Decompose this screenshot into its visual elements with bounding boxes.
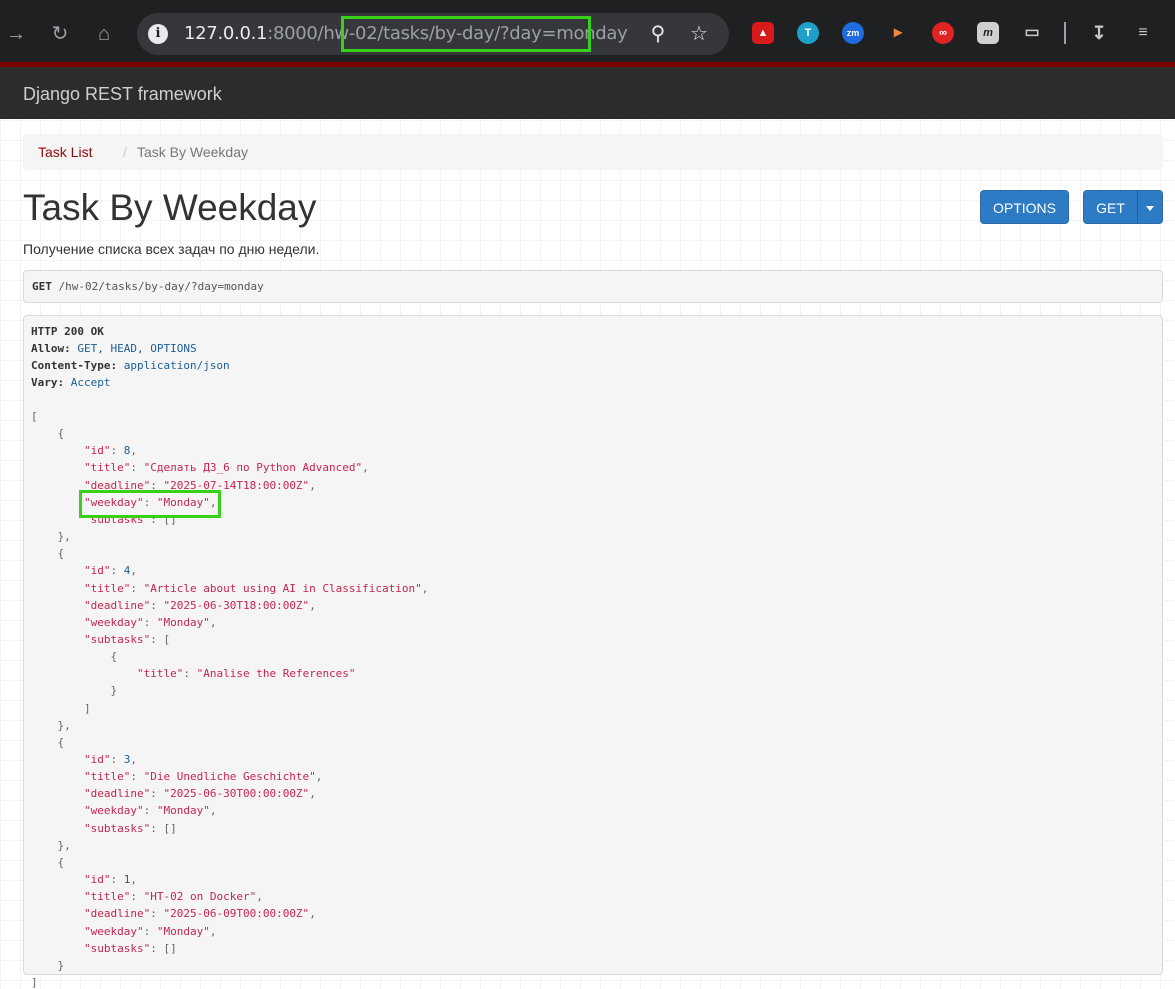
translate-icon[interactable]: T <box>797 22 819 44</box>
json-title: "title": "Article about using AI in Clas… <box>84 581 429 595</box>
response-header: Vary: Accept <box>31 376 111 389</box>
json-deadline: "deadline": "2025-06-09T00:00:00Z", <box>84 907 316 921</box>
download-icon[interactable]: ↧ <box>1088 22 1110 44</box>
zoom-search-icon[interactable]: ⚲ <box>645 21 671 47</box>
response-header: Allow: GET, HEAD, OPTIONS <box>31 342 197 355</box>
json-object-open: { <box>57 735 65 749</box>
page-description: Получение списка всех задач по дню недел… <box>23 241 320 257</box>
response-status: HTTP 200 OK <box>31 325 104 338</box>
json-subtasks-close: ] <box>84 701 91 715</box>
breadcrumb-separator: / <box>123 144 127 160</box>
json-weekday: "weekday": "Monday", <box>84 924 217 938</box>
json-id: "id": 3, <box>84 753 137 766</box>
json-object-open: { <box>110 650 118 664</box>
json-open-bracket: [ <box>31 410 38 423</box>
url-host: 127.0.0.1 <box>184 23 268 44</box>
json-close-bracket: ] <box>31 975 38 989</box>
puzzle-icon[interactable]: ▭ <box>1021 22 1043 44</box>
json-object-close: }, <box>57 530 71 544</box>
request-path: /hw-02/tasks/by-day/?day=monday <box>58 280 264 293</box>
json-subtasks: "subtasks": [ <box>84 632 171 646</box>
brand-link[interactable]: Django REST framework <box>23 84 222 105</box>
json-subtask-title: "title": "Analise the References" <box>137 667 356 681</box>
json-object-close: }, <box>57 838 71 852</box>
site-info-icon[interactable]: i <box>148 24 168 44</box>
json-weekday: "weekday": "Monday", <box>84 615 217 629</box>
forward-icon[interactable]: → <box>2 20 30 48</box>
json-object-open: { <box>57 855 65 869</box>
caret-down-icon <box>1146 206 1154 211</box>
navbar: Django REST framework <box>0 67 1175 119</box>
header-value: application/json <box>123 359 230 372</box>
megaphone-icon[interactable]: ▸ <box>887 22 909 44</box>
breadcrumb: Task List / Task By Weekday <box>23 134 1163 170</box>
json-title: "title": "Сделать ДЗ_6 по Python Advance… <box>84 461 369 475</box>
home-icon[interactable]: ⌂ <box>90 20 118 48</box>
options-button[interactable]: OPTIONS <box>980 190 1069 224</box>
json-subtasks: "subtasks": [] <box>84 941 177 955</box>
header-value: GET, HEAD, OPTIONS <box>77 342 197 355</box>
breadcrumb-task-list-link[interactable]: Task List <box>38 134 92 170</box>
json-subtasks: "subtasks": [] <box>84 821 177 835</box>
header-name: Vary: <box>31 376 65 389</box>
json-title: "title": "HT-02 on Docker", <box>84 890 263 904</box>
response-info <box>23 315 1163 975</box>
breadcrumb-current: Task By Weekday <box>137 144 249 160</box>
request-method: GET <box>32 280 52 293</box>
get-button[interactable]: GET <box>1083 190 1138 224</box>
json-title: "title": "Die Unedliche Geschichte", <box>84 770 323 784</box>
infinity-icon[interactable]: ∞ <box>932 22 954 44</box>
json-id: "id": 1, <box>84 873 137 887</box>
json-deadline: "deadline": "2025-06-30T00:00:00Z", <box>84 787 316 801</box>
json-id: "id": 8, <box>84 444 137 458</box>
json-object-close: }, <box>57 718 71 732</box>
url-highlight-box <box>341 16 591 52</box>
response-header: Content-Type: application/json <box>31 359 230 372</box>
json-object-open: { <box>57 427 65 441</box>
json-object-close: } <box>57 958 65 972</box>
request-info: GET /hw-02/tasks/by-day/?day=monday <box>23 270 1163 303</box>
bookmark-star-icon[interactable]: ☆ <box>686 21 712 47</box>
zoom-extension-icon[interactable]: zm <box>842 22 864 44</box>
browser-toolbar: → ↻ ⌂ i 127.0.0.1:8000/hw-02/tasks/by-da… <box>0 0 1175 66</box>
mendeley-icon[interactable]: ▲ <box>752 22 774 44</box>
weekday-highlight-box <box>79 490 221 518</box>
page-title: Task By Weekday <box>23 187 317 228</box>
json-weekday: "weekday": "Monday", <box>84 804 217 818</box>
json-object-open: { <box>57 547 65 561</box>
json-object-close: } <box>110 684 118 698</box>
json-deadline: "deadline": "2025-06-30T18:00:00Z", <box>84 598 316 612</box>
header-value: Accept <box>70 376 111 389</box>
header-name: Content-Type: <box>31 359 118 372</box>
m-extension-icon[interactable]: m <box>977 22 999 44</box>
header-name: Allow: <box>31 342 71 355</box>
get-format-dropdown[interactable] <box>1137 190 1163 224</box>
json-id: "id": 4, <box>84 564 137 578</box>
toolbar-separator <box>1064 22 1066 44</box>
media-list-icon[interactable]: ≡ <box>1132 22 1154 44</box>
reload-icon[interactable]: ↻ <box>46 20 74 48</box>
